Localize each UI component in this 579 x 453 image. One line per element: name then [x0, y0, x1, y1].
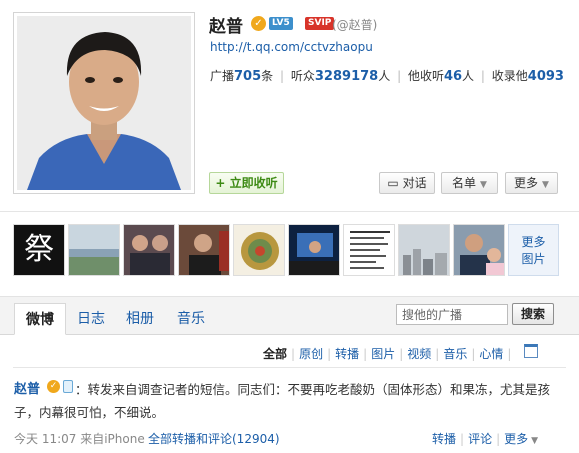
calendar-icon[interactable] [524, 344, 538, 358]
photo-thumb-9[interactable] [453, 224, 505, 276]
he-listens-count: 46 [443, 69, 463, 84]
tab-diary[interactable]: 日志 [77, 303, 105, 335]
tab-album[interactable]: 相册 [126, 303, 154, 335]
filter-divider: | [327, 347, 332, 361]
chat-icon: ▭ [387, 176, 399, 190]
search-input[interactable] [396, 304, 508, 325]
listeners-unit: 人 [378, 69, 391, 83]
section-divider [0, 211, 579, 212]
broadcast-count: 705 [234, 69, 262, 84]
stat-divider: | [480, 69, 485, 83]
listeners-count: 3289178 [314, 69, 379, 84]
verified-icon: ✓ [251, 16, 266, 31]
filter-divider: | [507, 347, 512, 361]
collected-stat[interactable]: 收录他4093 [488, 69, 564, 84]
collected-count: 4093 [527, 69, 564, 84]
filter-divider: | [363, 347, 368, 361]
avatar-photo [17, 16, 191, 190]
filter-video[interactable]: 视频 [407, 347, 431, 361]
level-badge[interactable]: LV5 [269, 17, 293, 30]
action-divider: | [496, 432, 501, 446]
post-comment-button[interactable]: 评论 [468, 432, 492, 446]
collected-label: 收录他 [491, 69, 528, 83]
filter-divider: | [399, 347, 404, 361]
dialog-button[interactable]: ▭ 对话 [379, 172, 435, 194]
mobile-client-icon [63, 380, 73, 393]
filter-divider: | [471, 347, 476, 361]
post-more-button[interactable]: 更多 [504, 432, 528, 446]
tab-weibo[interactable]: 微博 [14, 303, 66, 335]
post-repost-button[interactable]: 转播 [432, 432, 456, 446]
listeners-stat[interactable]: 听众3289178人 [287, 69, 394, 84]
post-author-link[interactable]: 赵普 [14, 378, 40, 397]
photo-thumb-8[interactable] [398, 224, 450, 276]
broadcast-label: 广播 [210, 69, 235, 83]
photo-thumb-4[interactable] [178, 224, 230, 276]
photo-thumb-3[interactable] [123, 224, 175, 276]
profile-avatar[interactable] [13, 12, 195, 194]
filter-mood[interactable]: 心情 [479, 347, 503, 361]
profile-name: 赵普 [209, 17, 243, 37]
filter-all[interactable]: 全部 [263, 347, 287, 361]
filter-music[interactable]: 音乐 [443, 347, 467, 361]
photo-thumb-1[interactable]: 祭 [13, 224, 65, 276]
post-text: ：转发来自调查记者的短信。同志们：不要再吃老酸奶（固体形态）和果冻，尤其是孩子，… [14, 382, 551, 420]
more-photos-button[interactable]: 更多 图片 [508, 224, 559, 276]
chevron-down-icon: ▼ [542, 180, 549, 190]
chevron-down-icon: ▼ [480, 180, 487, 190]
profile-url-link[interactable]: http://t.qq.com/cctvzhaopu [210, 40, 373, 54]
broadcast-stat[interactable]: 广播705条 [210, 69, 277, 84]
post-actions: 转播 | 评论 | 更多 ▼ [432, 430, 538, 447]
stat-divider: | [397, 69, 402, 83]
he-listens-label: 他收听 [407, 69, 444, 83]
chevron-down-icon: ▼ [531, 436, 539, 446]
more-photos-label-1: 更多 [521, 235, 546, 249]
photo-thumb-6[interactable] [288, 224, 340, 276]
thumb-glyph: 祭 [24, 232, 54, 267]
more-label: 更多 [514, 176, 539, 190]
post-meta: 今天 11:07 来自iPhone [14, 432, 145, 446]
svip-badge[interactable]: SVIP [305, 17, 335, 30]
feed-divider [13, 367, 566, 368]
search-button[interactable]: 搜索 [512, 303, 554, 325]
stat-divider: | [280, 69, 285, 83]
list-label: 名单 [452, 176, 477, 190]
profile-handle: (@赵普) [332, 18, 378, 32]
filter-divider: | [291, 347, 296, 361]
photo-thumb-2[interactable] [68, 224, 120, 276]
filter-original[interactable]: 原创 [299, 347, 323, 361]
verified-icon: ✓ [47, 380, 60, 393]
he-listens-stat[interactable]: 他收听46人 [404, 69, 478, 84]
filter-repost[interactable]: 转播 [335, 347, 359, 361]
listeners-label: 听众 [290, 69, 315, 83]
broadcast-unit: 条 [261, 69, 274, 83]
filter-image[interactable]: 图片 [371, 347, 395, 361]
list-dropdown-button[interactable]: 名单 ▼ [441, 172, 498, 194]
feed-filters: 全部 | 原创 | 转播 | 图片 | 视频 | 音乐 | 心情 | [263, 345, 515, 362]
action-divider: | [460, 432, 465, 446]
photo-thumb-5[interactable] [233, 224, 285, 276]
more-photos-label-2: 图片 [521, 252, 546, 266]
profile-stats: 广播705条 | 听众3289178人 | 他收听46人 | 收录他4093 [210, 67, 564, 84]
more-dropdown-button[interactable]: 更多 ▼ [505, 172, 558, 194]
he-listens-unit: 人 [462, 69, 475, 83]
post-thread-link[interactable]: 全部转播和评论(12904) [148, 430, 280, 447]
tab-music[interactable]: 音乐 [177, 303, 205, 335]
photo-thumb-7[interactable] [343, 224, 395, 276]
filter-divider: | [435, 347, 440, 361]
listen-button[interactable]: + 立即收听 [209, 172, 284, 194]
dialog-label: 对话 [402, 176, 427, 190]
